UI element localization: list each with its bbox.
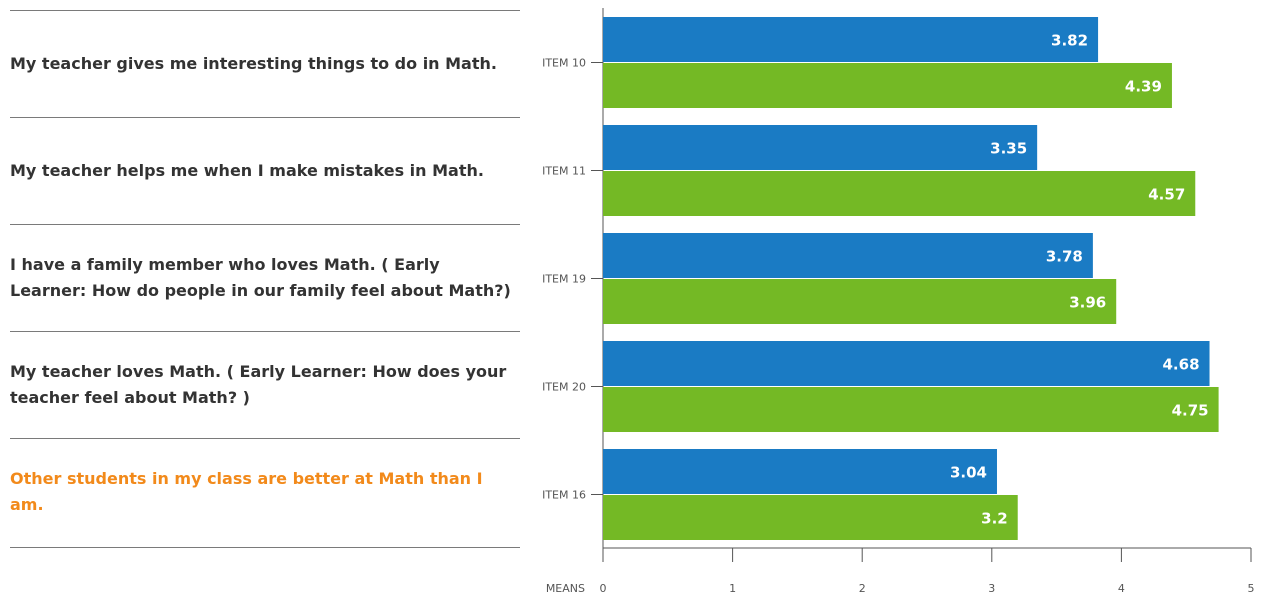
x-tick-label: 2 bbox=[859, 582, 866, 595]
x-tick-label: 0 bbox=[600, 582, 607, 595]
bar-series-2 bbox=[603, 279, 1117, 324]
x-tick-label: 4 bbox=[1118, 582, 1125, 595]
means-bar-chart: 0 1 2 3 4 5 MEANS ITEM 10 3.82 4.39 ITEM 11 3.35 4.5… bbox=[542, 8, 1255, 595]
bar-series-1 bbox=[603, 341, 1210, 386]
bar-value-label: 4.39 bbox=[1125, 78, 1162, 96]
x-tick-label: 5 bbox=[1248, 582, 1255, 595]
bar-series-1 bbox=[603, 125, 1038, 170]
category-label: ITEM 19 bbox=[542, 273, 586, 286]
bar-value-label: 4.57 bbox=[1148, 186, 1185, 204]
x-axis-title: MEANS bbox=[546, 582, 585, 595]
bar-series-1 bbox=[603, 233, 1093, 278]
bar-value-label: 3.96 bbox=[1069, 294, 1106, 312]
bar-value-label: 4.75 bbox=[1172, 402, 1209, 420]
bar-series-2 bbox=[603, 387, 1219, 432]
bar-series-2 bbox=[603, 495, 1018, 540]
bar-series-2 bbox=[603, 171, 1196, 216]
bar-value-label: 3.2 bbox=[981, 510, 1008, 528]
chart-panel: My teacher gives me interesting things t… bbox=[0, 0, 1263, 597]
category-label: ITEM 11 bbox=[542, 165, 586, 178]
bar-value-label: 3.78 bbox=[1046, 248, 1083, 266]
bar-value-label: 3.04 bbox=[950, 464, 987, 482]
bar-value-label: 4.68 bbox=[1163, 356, 1200, 374]
bar-series-1 bbox=[603, 17, 1099, 62]
bar-series-1 bbox=[603, 449, 997, 494]
x-tick-label: 1 bbox=[729, 582, 736, 595]
bar-series-2 bbox=[603, 63, 1172, 108]
x-tick-label: 3 bbox=[988, 582, 995, 595]
category-label: ITEM 16 bbox=[542, 489, 586, 502]
bar-value-label: 3.35 bbox=[990, 140, 1027, 158]
bar-value-label: 3.82 bbox=[1051, 32, 1088, 50]
category-label: ITEM 20 bbox=[542, 381, 586, 394]
category-label: ITEM 10 bbox=[542, 57, 586, 70]
